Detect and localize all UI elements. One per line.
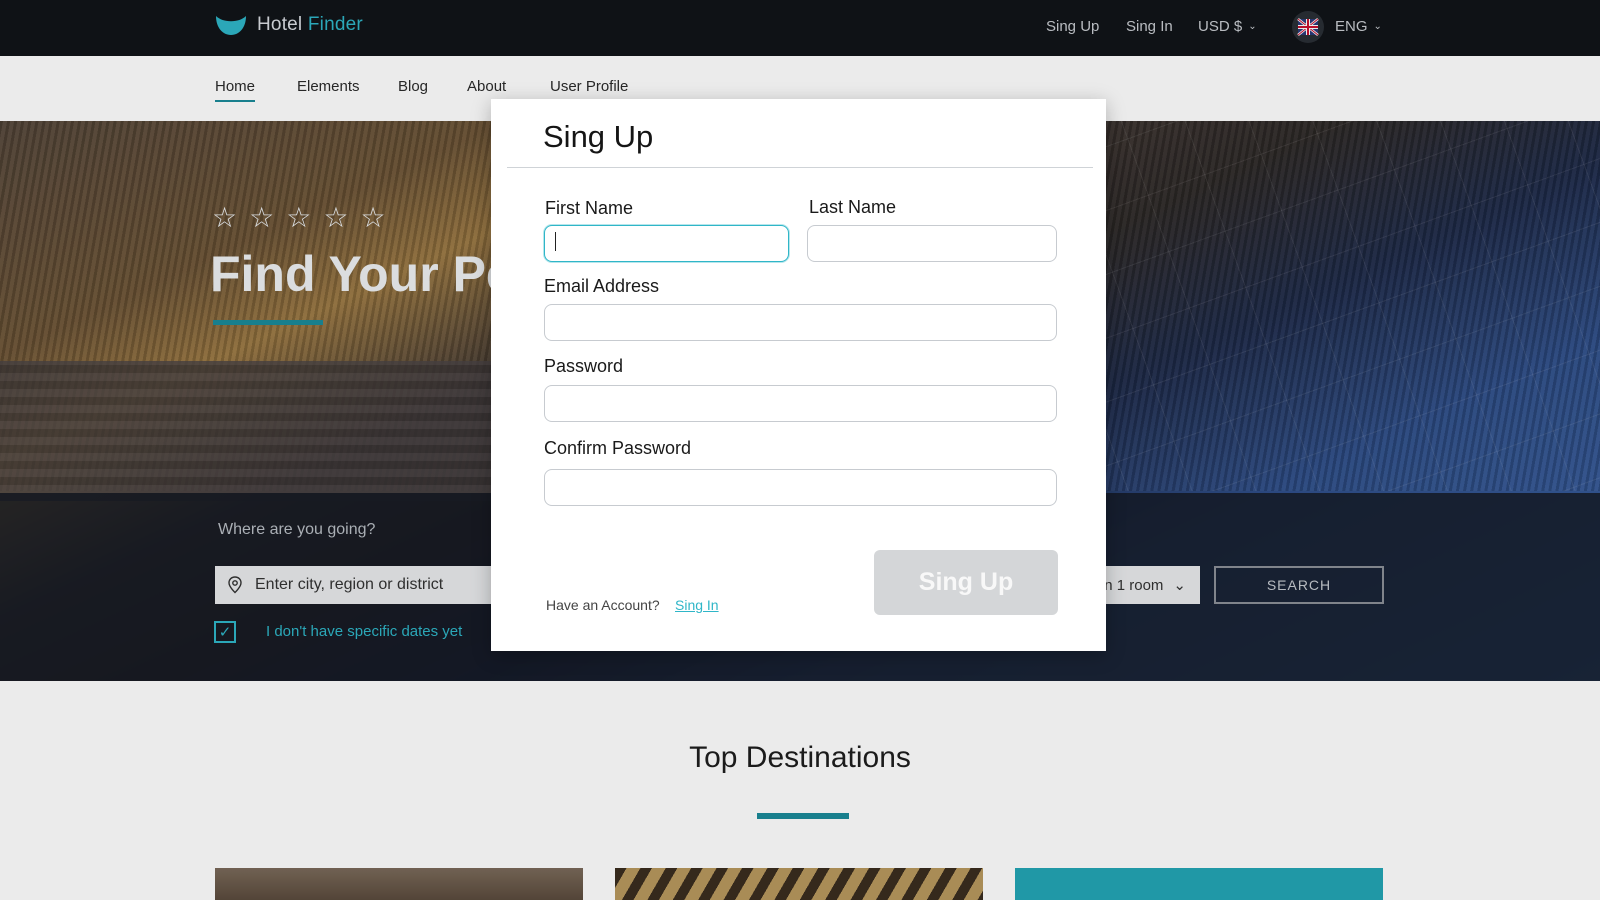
email-field[interactable]: [544, 304, 1057, 341]
confirm-password-field[interactable]: [544, 469, 1057, 506]
signup-submit-button[interactable]: Sing Up: [874, 550, 1058, 615]
password-label: Password: [544, 356, 624, 376]
have-account-text: Have an Account?: [546, 597, 660, 613]
first-name-label: First Name: [545, 198, 634, 218]
signup-modal: Sing Up First Name Last Name Email Addre…: [491, 99, 1106, 651]
modal-title: Sing Up: [543, 119, 654, 154]
confirm-password-label: Confirm Password: [544, 438, 692, 458]
text-caret: [555, 232, 556, 251]
modal-divider: [507, 167, 1093, 168]
last-name-label: Last Name: [809, 197, 897, 217]
password-field[interactable]: [544, 385, 1057, 422]
signin-link[interactable]: Sing In: [675, 597, 719, 613]
email-label: Email Address: [544, 276, 660, 296]
first-name-field[interactable]: [544, 225, 789, 262]
last-name-field[interactable]: [807, 225, 1057, 262]
